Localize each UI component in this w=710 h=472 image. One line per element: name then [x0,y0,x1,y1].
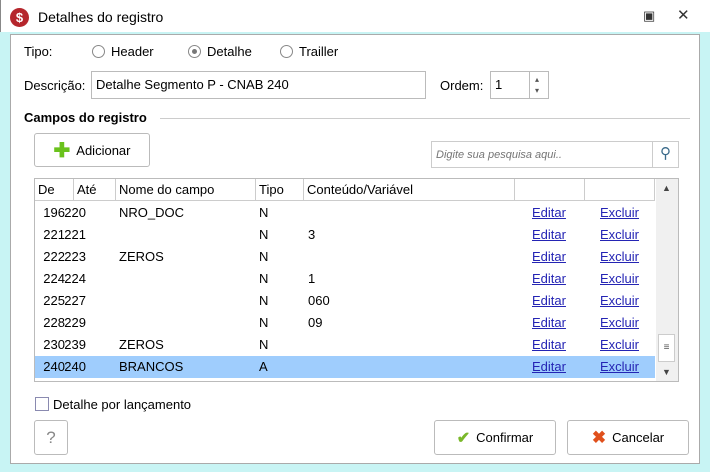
ordem-label: Ordem: [440,78,484,93]
help-button[interactable]: ? [34,420,68,455]
tipo-cell: N [259,205,269,220]
ate-cell: 220 [64,205,86,220]
confirmar-button[interactable]: ✔ Confirmar [434,420,556,455]
search-icon[interactable]: ⚲ [652,142,678,167]
col-de[interactable]: De [35,179,74,201]
scroll-thumb[interactable]: ≡ [658,334,675,362]
table-row[interactable]: 228 229 N 09 Editar Excluir [35,312,655,334]
dollar-icon: $ [10,8,29,27]
table-row[interactable]: 224 224 N 1 Editar Excluir [35,268,655,290]
close-icon[interactable]: ✕ [677,6,690,24]
editar-link[interactable]: Editar [532,224,566,246]
radio-trailler[interactable]: Trailler [280,44,338,59]
excluir-link[interactable]: Excluir [600,312,639,334]
check-icon: ✔ [456,429,471,447]
excluir-link[interactable]: Excluir [600,224,639,246]
radio-label: Header [111,44,154,59]
plus-icon: ✚ [53,139,71,162]
conteudo-cell: 3 [308,227,316,242]
radio-label: Trailler [299,44,339,59]
tipo-cell: A [259,359,268,374]
confirmar-label: Confirmar [476,430,534,445]
excluir-link[interactable]: Excluir [600,290,639,312]
editar-link[interactable]: Editar [532,246,566,268]
col-conteudo[interactable]: Conteúdo/Variável [304,179,515,201]
nome-cell: NRO_DOC [119,205,185,220]
col-ate[interactable]: Até [74,179,116,201]
section-title: Campos do registro [24,110,147,125]
title-bar: $ Detalhes do registro ▣ ✕ [0,0,710,32]
radio-icon [92,45,105,58]
ate-cell: 239 [64,337,86,352]
excluir-link[interactable]: Excluir [600,356,639,378]
descricao-input[interactable]: Detalhe Segmento P - CNAB 240 [91,71,426,99]
ate-cell: 223 [64,249,86,264]
tipo-label: Tipo: [24,44,53,59]
radio-detalhe[interactable]: Detalhe [188,44,252,59]
ate-cell: 224 [64,271,86,286]
radio-icon [188,45,201,58]
table-row[interactable]: 230 239 ZEROS N Editar Excluir [35,334,655,356]
radio-icon [280,45,293,58]
excluir-link[interactable]: Excluir [600,268,639,290]
ordem-input[interactable]: 1 [490,71,530,99]
table-row[interactable]: 196 220 NRO_DOC N Editar Excluir [35,202,655,224]
table-row[interactable]: 240 240 BRANCOS A Editar Excluir [35,356,655,378]
editar-link[interactable]: Editar [532,312,566,334]
tipo-cell: N [259,337,269,352]
cancelar-label: Cancelar [612,430,665,445]
x-icon: ✖ [591,427,607,447]
adicionar-label: Adicionar [76,142,131,158]
detalhe-por-lancamento-checkbox[interactable] [35,397,49,411]
excluir-link[interactable]: Excluir [600,334,639,356]
adicionar-button[interactable]: ✚ Adicionar [34,133,150,167]
scrollbar[interactable]: ▲ ≡ ▼ [656,179,678,381]
conteudo-cell: 060 [308,293,330,308]
scroll-down-icon[interactable]: ▼ [662,367,671,377]
detalhe-por-lancamento-label: Detalhe por lançamento [53,397,192,412]
ate-cell: 229 [64,315,86,330]
excluir-link[interactable]: Excluir [600,202,639,224]
section-divider [160,118,690,119]
nome-cell: ZEROS [119,249,164,264]
ordem-spinner[interactable]: ▴ ▾ [529,71,549,99]
radio-label: Detalhe [207,44,252,59]
ate-cell: 227 [64,293,86,308]
tipo-cell: N [259,227,269,242]
search-input[interactable] [432,142,650,167]
window-title: Detalhes do registro [38,9,164,25]
excluir-link[interactable]: Excluir [600,246,639,268]
editar-link[interactable]: Editar [532,334,566,356]
scroll-up-icon[interactable]: ▲ [662,183,671,193]
fields-grid: De Até Nome do campo Tipo Conteúdo/Variá… [34,178,679,382]
ate-cell: 221 [64,227,86,242]
col-tipo[interactable]: Tipo [256,179,304,201]
editar-link[interactable]: Editar [532,202,566,224]
editar-link[interactable]: Editar [532,290,566,312]
descricao-label: Descrição: [24,78,86,93]
nome-cell: BRANCOS [119,359,184,374]
tipo-cell: N [259,293,269,308]
table-row[interactable]: 225 227 N 060 Editar Excluir [35,290,655,312]
nome-cell: ZEROS [119,337,164,352]
radio-header[interactable]: Header [92,44,154,59]
tipo-cell: N [259,271,269,286]
editar-link[interactable]: Editar [532,356,566,378]
col-editar [515,179,585,201]
col-excluir [585,179,655,201]
grid-header: De Até Nome do campo Tipo Conteúdo/Variá… [35,179,655,201]
table-row[interactable]: 221 221 N 3 Editar Excluir [35,224,655,246]
ate-cell: 240 [64,359,86,374]
search-box: ⚲ [431,141,679,168]
conteudo-cell: 09 [308,315,323,330]
col-nome[interactable]: Nome do campo [116,179,256,201]
editar-link[interactable]: Editar [532,268,566,290]
table-row[interactable]: 222 223 ZEROS N Editar Excluir [35,246,655,268]
tipo-cell: N [259,249,269,264]
tipo-cell: N [259,315,269,330]
cancelar-button[interactable]: ✖ Cancelar [567,420,689,455]
restore-icon[interactable]: ▣ [643,8,655,24]
conteudo-cell: 1 [308,271,316,286]
